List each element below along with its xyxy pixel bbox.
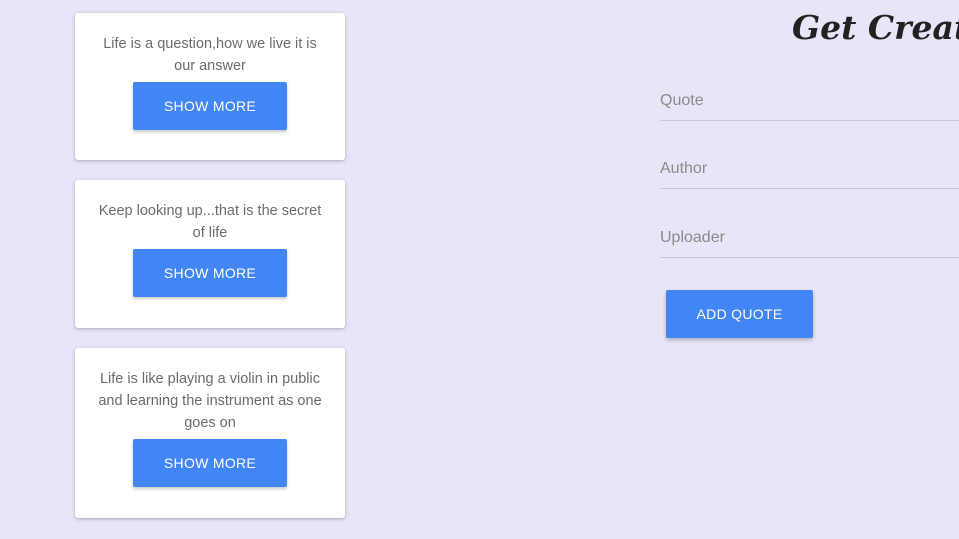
page-title: Get Creative <box>792 8 959 47</box>
quote-text: Life is a question,how we live it is our… <box>103 36 317 74</box>
show-more-button[interactable]: SHOW MORE <box>133 249 287 297</box>
add-quote-button[interactable]: ADD QUOTE <box>666 290 813 338</box>
quote-card: Life is like playing a violin in public … <box>75 348 345 518</box>
quote-card: Keep looking up...that is the secret of … <box>75 180 345 328</box>
quote-card: Life is a question,how we live it is our… <box>75 13 345 160</box>
page: Life is a question,how we live it is our… <box>0 0 959 539</box>
author-input[interactable] <box>660 149 959 189</box>
quote-text: Life is like playing a violin in public … <box>98 371 322 431</box>
show-more-button[interactable]: SHOW MORE <box>133 82 287 130</box>
quote-text: Keep looking up...that is the secret of … <box>98 203 322 241</box>
show-more-button[interactable]: SHOW MORE <box>133 439 287 487</box>
uploader-input[interactable] <box>660 218 959 258</box>
quote-input[interactable] <box>660 81 959 121</box>
